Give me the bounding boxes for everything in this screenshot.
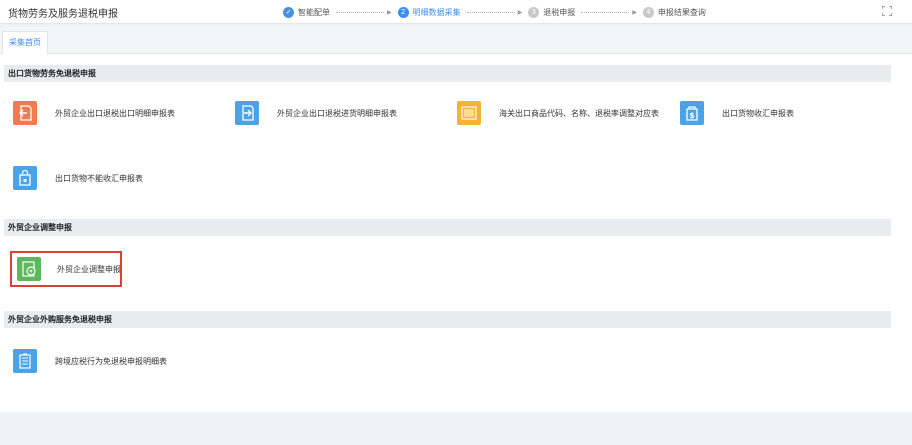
item-export-detail-report[interactable]: 外贸企业出口退税出口明细申报表 — [13, 97, 175, 129]
item-label: 出口货物收汇申报表 — [722, 108, 794, 118]
tab-bar: 采集首页 — [0, 27, 912, 54]
lock-bag-icon — [13, 166, 37, 190]
fullscreen-icon[interactable] — [882, 6, 892, 16]
step-2-number: 2 — [397, 6, 409, 18]
main-content: 出口货物劳务免退税申报 外贸企业出口退税出口明细申报表 外贸企业出口退税进货明细… — [0, 54, 912, 412]
item-label: 出口货物不能收汇申报表 — [55, 173, 143, 183]
progress-steps: ✓ 智能配单 ▶ 2 明细数据采集 ▶ 3 退税申报 ▶ 4 申报结果查询 — [283, 6, 706, 18]
svg-text:$: $ — [689, 111, 695, 120]
step-connector — [336, 11, 384, 13]
step-arrow-icon: ▶ — [387, 8, 392, 16]
section-service-refund: 外贸企业外购服务免退税申报 — [4, 311, 891, 328]
import-arrow-icon — [235, 101, 259, 125]
item-no-forex-receipt-report[interactable]: 出口货物不能收汇申报表 — [13, 162, 143, 194]
step-4[interactable]: 4 申报结果查询 — [642, 6, 706, 18]
document-list-icon — [13, 349, 37, 373]
item-label: 跨境应税行为免退税申报明细表 — [55, 356, 167, 366]
step-connector — [581, 11, 630, 13]
selection-highlight — [10, 251, 122, 287]
step-1-check-icon: ✓ — [283, 6, 294, 18]
item-customs-code-table[interactable]: 海关出口商品代码、名称、退税率调整对应表 — [457, 97, 659, 129]
top-header: 货物劳务及服务退税申报 ✓ 智能配单 ▶ 2 明细数据采集 ▶ 3 退税申报 ▶… — [0, 0, 912, 24]
step-1[interactable]: ✓ 智能配单 — [283, 6, 330, 18]
footer-area — [0, 412, 912, 445]
step-connector — [466, 11, 515, 13]
item-cross-border-detail[interactable]: 跨境应税行为免退税申报明细表 — [13, 345, 167, 377]
barcode-icon — [457, 101, 481, 125]
item-label: 外贸企业出口退税进货明细申报表 — [277, 108, 397, 118]
step-3[interactable]: 3 退税申报 — [528, 6, 576, 18]
step-1-label: 智能配单 — [298, 7, 330, 17]
step-3-label: 退税申报 — [543, 7, 576, 17]
section-adjust-report: 外贸企业调整申报 — [4, 219, 891, 236]
money-bag-icon: $ — [680, 101, 704, 125]
step-4-label: 申报结果查询 — [657, 7, 706, 17]
tab-collection-home[interactable]: 采集首页 — [2, 31, 48, 54]
section-export-refund: 出口货物劳务免退税申报 — [4, 65, 891, 82]
export-arrow-icon — [13, 101, 37, 125]
app-title: 货物劳务及服务退税申报 — [8, 9, 118, 20]
step-arrow-icon: ▶ — [517, 8, 523, 16]
step-arrow-icon: ▶ — [632, 8, 637, 16]
step-3-number: 3 — [528, 6, 540, 18]
item-forex-receipt-report[interactable]: $ 出口货物收汇申报表 — [680, 97, 794, 129]
step-4-number: 4 — [642, 6, 654, 18]
item-import-detail-report[interactable]: 外贸企业出口退税进货明细申报表 — [235, 97, 397, 129]
step-2-label: 明细数据采集 — [412, 7, 461, 17]
item-label: 外贸企业出口退税出口明细申报表 — [55, 108, 175, 118]
item-label: 海关出口商品代码、名称、退税率调整对应表 — [499, 108, 659, 118]
step-2[interactable]: 2 明细数据采集 — [397, 6, 461, 18]
